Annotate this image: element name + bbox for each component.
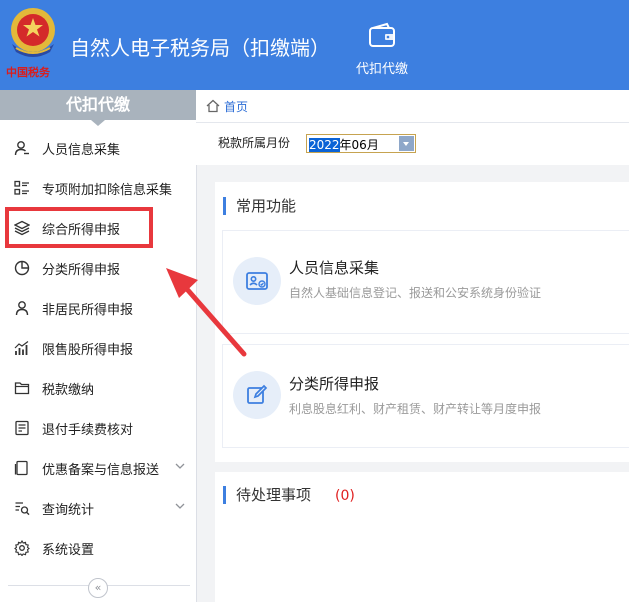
checklist-icon (15, 420, 29, 436)
sidebar-item-query-statistics[interactable]: 查询统计 (0, 488, 195, 528)
pending-items-label: 待处理事项 (236, 486, 312, 504)
app-header: 中国税务 自然人电子税务局（扣缴端） 代扣代缴 (0, 0, 629, 90)
tax-month-year: 2022 (309, 138, 340, 152)
sidebar-item-label: 退付手续费核对 (42, 422, 134, 438)
sidebar-item-refund-fee-check[interactable]: 退付手续费核对 (0, 408, 195, 448)
emblem-text: 中国税务 (6, 66, 50, 79)
breadcrumb-home-link[interactable]: 首页 (224, 98, 248, 115)
list-icon (14, 180, 29, 195)
sidebar-title: 代扣代缴 (65, 95, 130, 114)
card-title: 人员信息采集 (289, 259, 380, 277)
sidebar-item-system-settings[interactable]: 系统设置 (0, 528, 195, 568)
chevron-down-icon (175, 503, 185, 509)
sidebar-item-label: 系统设置 (42, 542, 95, 558)
card-title: 分类所得申报 (289, 375, 380, 393)
common-functions-title: 常用功能 (223, 197, 296, 215)
sidebar-item-label: 税款缴纳 (42, 382, 95, 398)
sidebar-item-label: 人员信息采集 (42, 142, 121, 158)
pie-chart-icon (14, 260, 30, 276)
annotation-arrow-icon (166, 268, 247, 357)
sidebar-item-label: 非居民所得申报 (42, 302, 134, 318)
folder-icon (14, 382, 30, 395)
card-classified-income[interactable]: 分类所得申报 利息股息红利、财产租赁、财产转让等月度申报 (222, 344, 629, 448)
tab-withholding[interactable]: 代扣代缴 (350, 22, 414, 82)
sidebar-item-label: 分类所得申报 (42, 262, 121, 278)
sidebar-item-special-deduction[interactable]: 专项附加扣除信息采集 (0, 168, 195, 208)
user-outline-icon (15, 301, 29, 316)
bar-chart-icon (14, 341, 29, 355)
card-personnel-info[interactable]: 人员信息采集 自然人基础信息登记、报送和公安系统身份验证 (222, 230, 629, 334)
home-icon[interactable] (206, 99, 220, 113)
tax-month-value: 2022年06月 (309, 136, 379, 153)
sidebar-item-label: 优惠备案与信息报送 (42, 462, 160, 478)
pending-items-title: 待处理事项 (0) (223, 486, 355, 504)
tax-emblem-icon (11, 8, 55, 57)
sidebar-item-preferential-filing[interactable]: 优惠备案与信息报送 (0, 448, 195, 488)
sidebar-header-notch (91, 120, 105, 126)
chevron-down-icon (175, 463, 185, 469)
dropdown-arrow-icon[interactable] (399, 136, 414, 151)
edit-icon (247, 384, 268, 404)
pending-items-count[interactable]: (0) (335, 488, 355, 504)
search-list-icon (15, 502, 30, 516)
common-functions-panel: 常用功能 人员信息采集 自然人基础信息登记、报送和公安系统身份验证 分类所得申报… (215, 182, 629, 462)
filter-bar: 税款所属月份 2022年06月 (196, 123, 629, 165)
tax-month-label: 税款所属月份 (218, 136, 291, 150)
sidebar-item-label: 限售股所得申报 (42, 342, 134, 358)
app-title: 自然人电子税务局（扣缴端） (70, 36, 330, 60)
sidebar-header: 代扣代缴 (0, 90, 196, 126)
pending-items-panel: 待处理事项 (0) (215, 472, 629, 602)
sidebar-item-label: 专项附加扣除信息采集 (42, 182, 173, 198)
wallet-icon (369, 22, 395, 47)
sidebar-item-personnel-info[interactable]: 人员信息采集 (0, 128, 195, 168)
collapse-sidebar-button[interactable]: « (88, 578, 108, 598)
card-icon-bg (233, 371, 281, 419)
tab-withholding-label: 代扣代缴 (355, 62, 408, 77)
person-icon (14, 141, 29, 156)
sidebar-item-label: 查询统计 (42, 502, 95, 518)
annotation-highlight-box (5, 207, 153, 248)
tax-month-select[interactable]: 2022年06月 (306, 134, 416, 153)
card-description: 利息股息红利、财产租赁、财产转让等月度申报 (289, 402, 542, 416)
gear-icon (14, 540, 30, 556)
card-description: 自然人基础信息登记、报送和公安系统身份验证 (289, 286, 542, 300)
document-icon (14, 460, 28, 476)
breadcrumb: 首页 (196, 90, 629, 123)
tax-month-rest: 年06月 (339, 138, 379, 152)
sidebar-item-tax-payment[interactable]: 税款缴纳 (0, 368, 195, 408)
